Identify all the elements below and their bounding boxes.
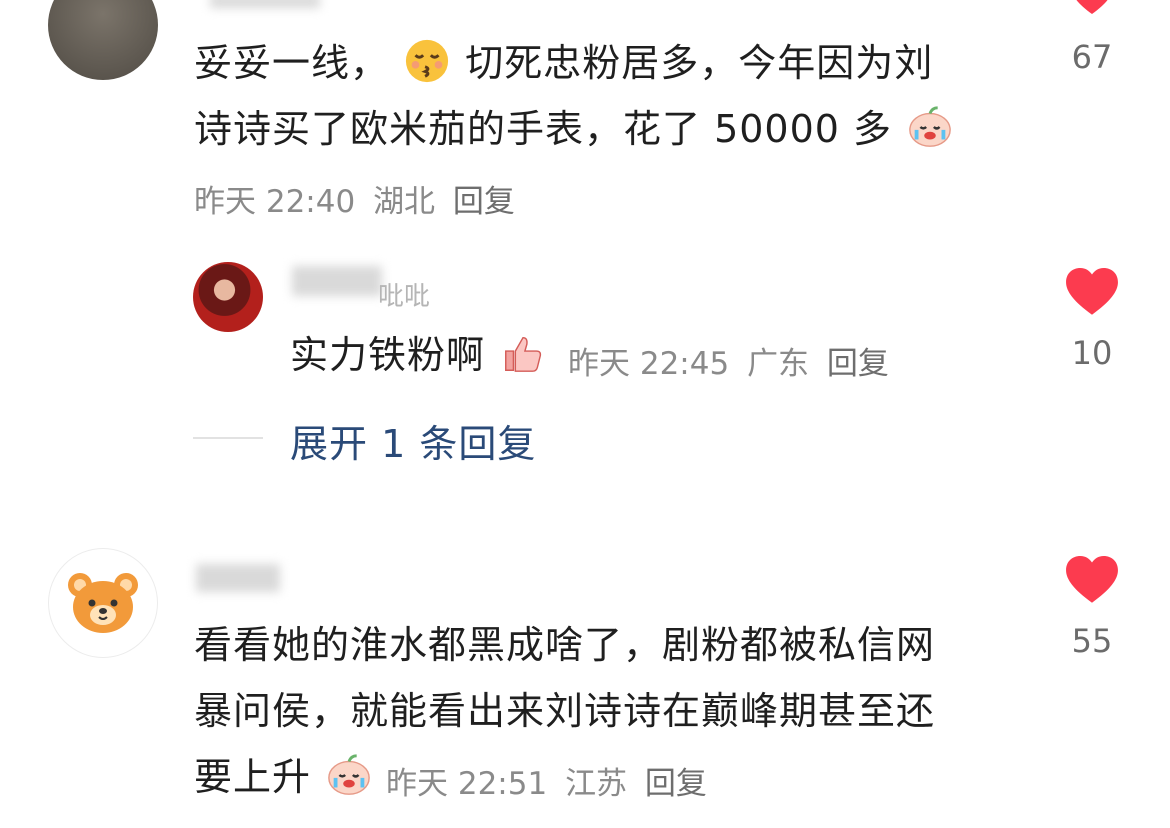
comment-text: 妥妥一线， 切死忠粉居多，今年因为刘 bbox=[194, 30, 1044, 96]
like-heart-icon[interactable] bbox=[1072, 0, 1112, 22]
like-count: 10 bbox=[1071, 334, 1113, 372]
avatar[interactable] bbox=[48, 548, 158, 658]
comment-text: 实力铁粉啊 bbox=[290, 322, 548, 388]
bear-avatar-icon bbox=[68, 573, 138, 633]
username[interactable]: 吡吡 bbox=[378, 276, 430, 313]
comment-text: 要上升 bbox=[194, 744, 374, 810]
avatar[interactable] bbox=[48, 0, 158, 80]
comment-meta: 昨天 22:45 广东 回复 bbox=[568, 338, 889, 383]
comment-text: 暴问侯，就能看出来刘诗诗在巅峰期甚至还 bbox=[194, 689, 936, 733]
username-blurred bbox=[292, 266, 382, 296]
comment-time: 昨天 22:45 bbox=[568, 346, 730, 382]
crying-peach-icon bbox=[328, 754, 370, 795]
comment-time: 昨天 22:40 bbox=[194, 184, 356, 220]
avatar[interactable] bbox=[193, 262, 263, 332]
comment-location: 江苏 bbox=[565, 766, 628, 802]
like-count: 67 bbox=[1071, 38, 1113, 76]
crying-peach-icon bbox=[909, 106, 951, 147]
username-blurred bbox=[210, 0, 320, 8]
reply-button[interactable]: 回复 bbox=[453, 184, 515, 220]
like-heart-icon[interactable] bbox=[1066, 556, 1118, 604]
reply-button[interactable]: 回复 bbox=[645, 766, 707, 802]
comment-meta: 昨天 22:51 江苏 回复 bbox=[386, 758, 707, 803]
like-heart-icon[interactable] bbox=[1066, 268, 1118, 316]
reply-button[interactable]: 回复 bbox=[827, 346, 889, 382]
divider bbox=[193, 437, 263, 439]
kissing-face-icon bbox=[406, 39, 449, 83]
comment-location: 广东 bbox=[747, 346, 810, 382]
comment-meta: 昨天 22:40 湖北 回复 bbox=[194, 176, 515, 221]
username-blurred bbox=[196, 564, 280, 592]
comment-text: 诗诗买了欧米茄的手表，花了 50000 多 bbox=[194, 96, 1044, 162]
comment-text: 看看她的淮水都黑成啥了，剧粉都被私信网 bbox=[194, 623, 936, 667]
thumbs-up-icon bbox=[505, 336, 542, 372]
comment-time: 昨天 22:51 bbox=[386, 766, 548, 802]
expand-replies-button[interactable]: 展开 1 条回复 bbox=[290, 413, 536, 468]
comment-location: 湖北 bbox=[373, 184, 436, 220]
like-count: 55 bbox=[1071, 622, 1113, 660]
